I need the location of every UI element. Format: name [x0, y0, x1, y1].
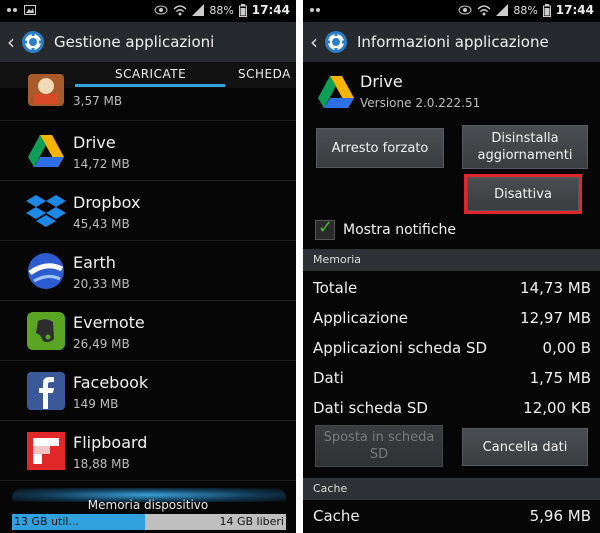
app-size: 20,33 MB — [73, 277, 130, 291]
memory-row: Applicazione 12,97 MB — [313, 309, 591, 335]
list-item[interactable]: Facebook 149 MB — [0, 361, 296, 421]
app-size: 149 MB — [73, 397, 119, 411]
action-bar: ‹ Gestione applicazioni — [0, 22, 296, 62]
list-item[interactable]: Dropbox 45,43 MB — [0, 181, 296, 241]
wifi-icon — [173, 5, 187, 16]
list-item[interactable]: Flipboard 18,88 MB — [0, 421, 296, 481]
battery-percent: 88% — [209, 3, 234, 17]
image-notification-icon — [24, 5, 36, 15]
tab-sd-card[interactable]: SCHEDA — [238, 67, 291, 81]
earth-icon — [28, 253, 64, 289]
status-bar: 88% 17:44 — [0, 0, 296, 22]
settings-gear-icon[interactable] — [20, 29, 46, 55]
evernote-icon — [27, 312, 65, 350]
clock: 17:44 — [555, 3, 594, 17]
uninstall-updates-button[interactable]: Disinstalla aggiornamenti — [462, 125, 588, 169]
app-list: 3,57 MB Drive 14,72 MB Dropbox 45,43 MB — [0, 74, 296, 481]
app-size: 45,43 MB — [73, 217, 130, 231]
app-manager-screen: 88% 17:44 ‹ Gestione applicazioni SCARIC… — [0, 0, 296, 533]
drive-icon — [318, 76, 354, 108]
app-name: Drive — [360, 72, 403, 91]
app-size: 18,88 MB — [73, 457, 130, 471]
dropbox-icon — [26, 195, 66, 227]
status-bar: 88% 17:44 — [303, 0, 600, 22]
action-bar: ‹ Informazioni applicazione — [303, 22, 600, 62]
memory-value: 12,00 KB — [523, 399, 591, 417]
usb-debug-icon — [310, 8, 320, 12]
wifi-icon — [477, 5, 491, 16]
app-name: Flipboard — [73, 433, 148, 452]
signal-icon — [192, 4, 205, 16]
back-chevron-icon[interactable]: ‹ — [2, 30, 20, 54]
app-version: Versione 2.0.222.51 — [360, 96, 481, 110]
show-notifications-row[interactable]: ✓ Mostra notifiche — [315, 217, 457, 242]
move-to-sd-button[interactable]: Sposta in scheda SD — [315, 425, 443, 467]
screen-divider — [296, 0, 303, 533]
app-size: 3,57 MB — [73, 94, 123, 108]
cache-row: Cache 5,96 MB — [313, 507, 591, 533]
app-size: 26,49 MB — [73, 337, 130, 351]
list-item[interactable]: Evernote 26,49 MB — [0, 301, 296, 361]
app-size: 14,72 MB — [73, 157, 130, 171]
memory-row: Dati scheda SD 12,00 KB — [313, 399, 591, 425]
app-name: Evernote — [73, 313, 145, 332]
memory-section-header: Memoria — [303, 249, 600, 271]
eye-icon — [458, 5, 472, 15]
page-title: Gestione applicazioni — [54, 33, 215, 51]
show-notifications-label: Mostra notifiche — [343, 222, 457, 238]
memory-label: Totale — [313, 279, 358, 297]
cache-label: Cache — [313, 507, 360, 525]
app-info-screen: 88% 17:44 ‹ Informazioni applicazione Dr… — [303, 0, 600, 533]
page-title: Informazioni applicazione — [357, 33, 549, 51]
memory-value: 0,00 B — [542, 339, 591, 357]
battery-percent: 88% — [513, 3, 538, 17]
back-chevron-icon[interactable]: ‹ — [305, 30, 323, 54]
app-name: Dropbox — [73, 193, 141, 212]
app-name: Drive — [73, 133, 116, 152]
memory-row: Totale 14,73 MB — [313, 279, 591, 305]
clock: 17:44 — [251, 3, 290, 17]
battery-icon — [542, 3, 551, 17]
tab-indicator — [75, 84, 225, 87]
cache-section-header: Cache — [303, 478, 600, 500]
cache-value: 5,96 MB — [529, 507, 591, 525]
storage-used-text: 13 GB util... — [14, 515, 79, 528]
memory-label: Applicazione — [313, 309, 409, 327]
app-name: Facebook — [73, 373, 149, 392]
show-notifications-checkbox[interactable]: ✓ — [315, 217, 335, 240]
storage-label: Memoria dispositivo — [87, 498, 209, 512]
drive-icon — [28, 135, 64, 167]
memory-row: Dati 1,75 MB — [313, 369, 591, 395]
list-item[interactable]: Drive 14,72 MB — [0, 121, 296, 181]
memory-row: Applicazioni scheda SD 0,00 B — [313, 339, 591, 365]
app-header: Drive Versione 2.0.222.51 — [303, 62, 600, 117]
facebook-icon — [27, 372, 65, 410]
storage-free-text: 14 GB liberi — [219, 515, 284, 528]
app-name: Earth — [73, 253, 116, 272]
memory-value: 14,73 MB — [520, 279, 591, 297]
storage-usage-bar: 13 GB util... 14 GB liberi — [12, 514, 286, 530]
memory-label: Dati scheda SD — [313, 399, 428, 417]
memory-value: 1,75 MB — [529, 369, 591, 387]
battery-icon — [238, 3, 247, 17]
eye-icon — [154, 5, 168, 15]
list-item[interactable]: 3,57 MB — [0, 74, 296, 121]
checkmark-icon: ✓ — [318, 217, 334, 238]
memory-label: Applicazioni scheda SD — [313, 339, 488, 357]
usb-debug-icon — [7, 8, 17, 12]
memory-value: 12,97 MB — [520, 309, 591, 327]
signal-icon — [496, 4, 509, 16]
flipboard-icon — [27, 432, 65, 470]
app-icon-partial — [28, 74, 64, 106]
list-item[interactable]: Earth 20,33 MB — [0, 241, 296, 301]
settings-gear-icon[interactable] — [323, 29, 349, 55]
memory-label: Dati — [313, 369, 344, 387]
clear-data-button[interactable]: Cancella dati — [462, 428, 588, 466]
force-stop-button[interactable]: Arresto forzato — [316, 128, 444, 168]
tab-downloaded[interactable]: SCARICATE — [115, 67, 186, 81]
disable-highlight-box — [464, 174, 582, 214]
